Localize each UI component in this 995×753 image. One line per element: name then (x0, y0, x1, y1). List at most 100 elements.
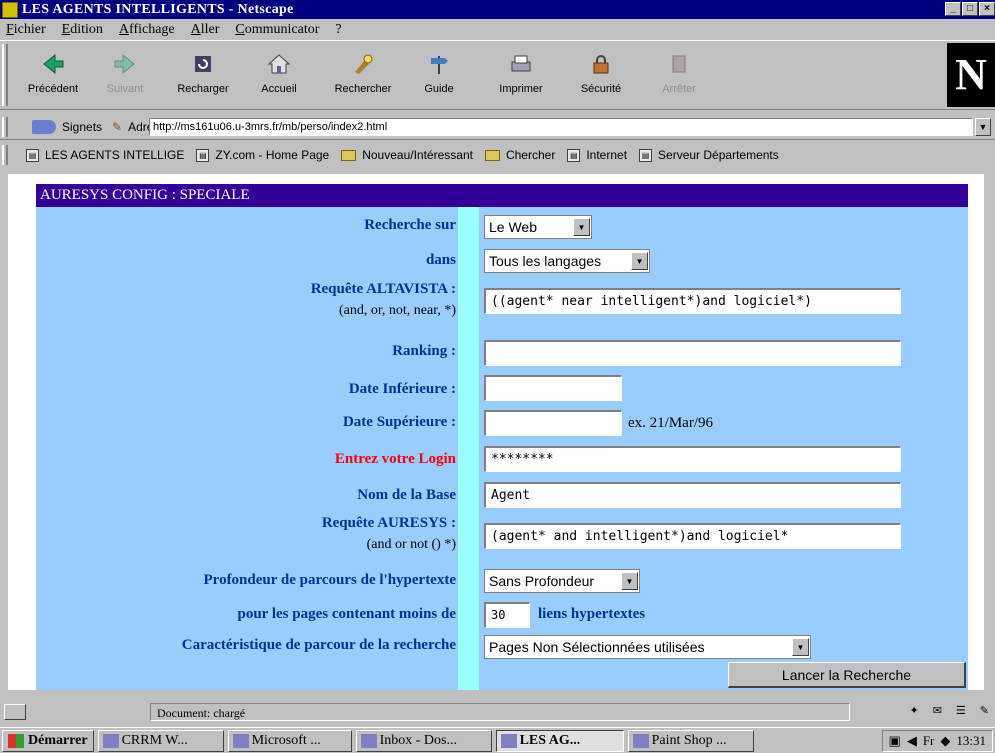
dans-select[interactable]: Tous les langages ▼ (484, 249, 650, 273)
ranking-input[interactable] (484, 340, 901, 366)
guide-label: Guide (424, 83, 454, 95)
profondeur-label: Profondeur de parcours de l'hypertexte (203, 572, 456, 588)
reload-button[interactable]: Recharger (172, 47, 234, 107)
dans-value: Tous les langages (489, 253, 602, 269)
language-indicator[interactable]: Fr (923, 733, 935, 749)
window-titlebar[interactable]: LES AGENTS INTELLIGENTS - Netscape _ □ × (0, 0, 995, 19)
login-label: Entrez votre Login (334, 451, 456, 467)
netscape-app-icon[interactable] (2, 1, 18, 18)
home-icon (266, 51, 292, 77)
menu-edition[interactable]: Edition (62, 22, 103, 38)
vertical-scrollbar[interactable] (984, 174, 995, 690)
print-button[interactable]: Imprimer (490, 47, 552, 107)
carac-select[interactable]: Pages Non Sélectionnées utilisées ▼ (484, 635, 811, 659)
url-history-dropdown[interactable]: ▼ (975, 118, 991, 136)
menu-help[interactable]: ? (335, 22, 341, 38)
auresys-label: Requête AURESYS : (321, 515, 456, 531)
mailbox-icon[interactable]: ✉ (933, 704, 942, 717)
task-inbox[interactable]: Inbox - Dos... (355, 729, 492, 752)
task-les-agents[interactable]: LES AG... (495, 729, 624, 752)
netscape-icon (500, 733, 517, 748)
personal-toolbar-grip[interactable] (2, 145, 8, 165)
toolbar-grip[interactable] (2, 44, 8, 106)
navigator-icon[interactable]: ✦ (909, 704, 918, 717)
back-arrow-icon (40, 51, 66, 77)
personal-link-agents[interactable]: ▤ LES AGENTS INTELLIGE (26, 148, 184, 162)
dans-label: dans (425, 252, 456, 268)
recherche-sur-value: Le Web (489, 219, 537, 235)
personal-folder-nouveau[interactable]: Nouveau/Intéressant (341, 148, 473, 162)
recherche-sur-label: Recherche sur (364, 217, 456, 233)
volume-icon[interactable]: ◀ (907, 733, 917, 749)
page-proxy-icon[interactable]: ✎ (112, 120, 122, 134)
date-inf-input[interactable] (484, 375, 622, 401)
minimize-button[interactable]: _ (945, 2, 961, 16)
personal-link-label: LES AGENTS INTELLIGE (45, 148, 185, 162)
lancer-recherche-button[interactable]: Lancer la Recherche (728, 662, 966, 688)
stop-label: Arrêter (662, 83, 696, 95)
menu-affichage[interactable]: Affichage (119, 22, 175, 38)
form-body: Recherche sur Le Web ▼ dans Tous les lan… (36, 207, 968, 690)
window-title: LES AGENTS INTELLIGENTS - Netscape (22, 1, 294, 17)
date-inf-label: Date Inférieure : (348, 381, 456, 397)
login-input[interactable]: ******** (484, 446, 901, 472)
back-button[interactable]: Précédent (22, 47, 84, 107)
url-input[interactable]: http://ms161u06.u-3mrs.fr/mb/perso/index… (149, 118, 973, 136)
search-button[interactable]: Rechercher (332, 47, 394, 107)
netscape-logo[interactable]: N (947, 43, 995, 107)
auresys-query-input[interactable]: (agent* and intelligent*)and logiciel* (484, 523, 901, 549)
stop-button[interactable]: Arrêter (648, 47, 710, 107)
personal-link-zy[interactable]: ▤ ZY.com - Home Page (196, 148, 329, 162)
base-label: Nom de la Base (357, 487, 456, 503)
component-bar: ✦ ✉ ☰ ✎ (909, 704, 989, 717)
status-text: Document: chargé (150, 703, 850, 721)
page-content: AURESYS CONFIG : SPECIALE Recherche sur … (8, 174, 984, 690)
home-button[interactable]: Accueil (248, 47, 310, 107)
carac-value: Pages Non Sélectionnées utilisées (489, 639, 705, 655)
personal-link-internet[interactable]: ▤ Internet (567, 148, 627, 162)
tray-app-icon[interactable]: ◆ (940, 733, 950, 749)
folder-icon (484, 149, 500, 161)
guide-button[interactable]: Guide (408, 47, 470, 107)
task-paint-shop[interactable]: Paint Shop ... (627, 729, 754, 752)
close-button[interactable]: × (979, 2, 995, 16)
date-sup-input[interactable] (484, 410, 622, 436)
profondeur-value: Sans Profondeur (489, 573, 595, 589)
recherche-sur-select[interactable]: Le Web ▼ (484, 215, 592, 239)
location-bar-grip[interactable] (2, 116, 8, 137)
menu-communicator[interactable]: Communicator (235, 22, 319, 38)
start-button[interactable]: Démarrer (2, 729, 94, 752)
system-tray: ▣ ◀ Fr ◆ 13:31 (881, 730, 993, 752)
back-label: Précédent (27, 83, 79, 95)
forward-button[interactable]: Suivant (94, 47, 156, 107)
inbox-icon (360, 733, 377, 748)
task-label: Inbox - Dos... (379, 732, 457, 748)
security-button[interactable]: Sécurité (570, 47, 632, 107)
personal-toolbar: ▤ LES AGENTS INTELLIGE ▤ ZY.com - Home Pag… (0, 142, 995, 168)
app-icon (102, 733, 119, 748)
clock: 13:31 (956, 733, 986, 748)
personal-folder-chercher[interactable]: Chercher (484, 148, 555, 162)
task-label: CRRM W... (121, 732, 188, 748)
task-crrm[interactable]: CRRM W... (97, 729, 224, 752)
bookmark-page-icon: ▤ (26, 148, 39, 162)
task-microsoft[interactable]: Microsoft ... (227, 729, 352, 752)
personal-link-serveur[interactable]: ▤ Serveur Départements (639, 148, 779, 162)
composer-icon[interactable]: ✎ (980, 704, 989, 717)
personal-link-label: Nouveau/Intéressant (362, 148, 473, 162)
discussion-icon[interactable]: ☰ (956, 704, 966, 717)
form-header: AURESYS CONFIG : SPECIALE (36, 184, 968, 207)
profondeur-select[interactable]: Sans Profondeur ▼ (484, 569, 640, 593)
altavista-query-input[interactable]: ((agent* near intelligent*)and logiciel*… (484, 288, 901, 314)
guide-signpost-icon (426, 51, 452, 77)
chevron-down-icon: ▼ (792, 638, 809, 656)
network-icon[interactable]: ▣ (889, 733, 901, 749)
word-icon (232, 733, 249, 748)
menu-aller[interactable]: Aller (191, 22, 220, 38)
menu-fichier[interactable]: Fichier (6, 22, 46, 38)
base-input[interactable]: Agent (484, 482, 901, 508)
personal-link-label: ZY.com - Home Page (215, 148, 330, 162)
security-status-icon[interactable] (4, 704, 26, 720)
maximize-button[interactable]: □ (962, 2, 978, 16)
pages-count-input[interactable]: 30 (484, 602, 530, 628)
